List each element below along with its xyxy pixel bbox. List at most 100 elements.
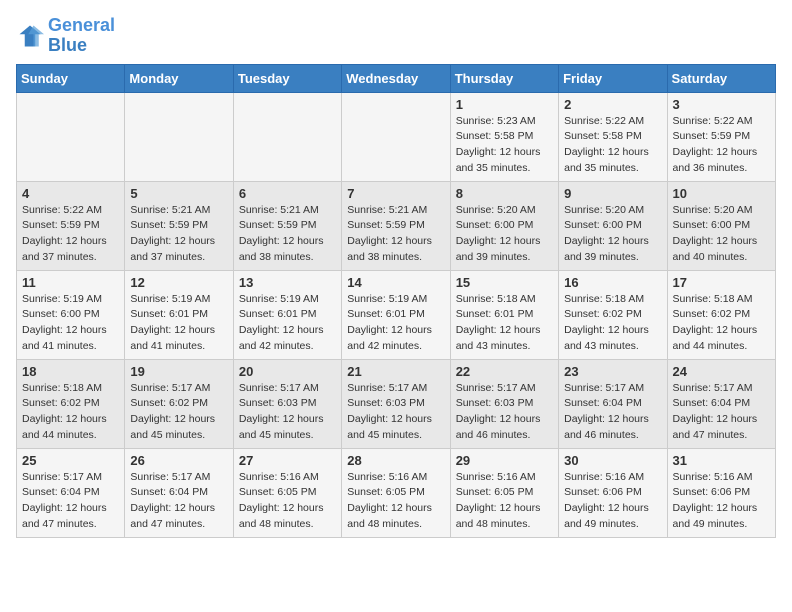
day-number: 9 bbox=[564, 186, 661, 201]
calendar-cell: 16 Sunrise: 5:18 AM Sunset: 6:02 PM Dayli… bbox=[559, 270, 667, 359]
calendar-cell: 21Sunrise: 5:17 AM Sunset: 6:03 PM Dayli… bbox=[342, 359, 450, 448]
day-number: 25 bbox=[22, 453, 119, 468]
day-number: 24 bbox=[673, 364, 770, 379]
day-number: 17 bbox=[673, 275, 770, 290]
day-number: 27 bbox=[239, 453, 336, 468]
day-info: Sunrise: 5:17 AM Sunset: 6:03 PM Dayligh… bbox=[239, 381, 336, 444]
day-info: Sunrise: 5:16 AM Sunset: 6:06 PM Dayligh… bbox=[673, 470, 770, 533]
calendar-cell: 8Sunrise: 5:20 AM Sunset: 6:00 PM Daylig… bbox=[450, 181, 558, 270]
day-number: 12 bbox=[130, 275, 227, 290]
calendar-cell: 24 Sunrise: 5:17 AM Sunset: 6:04 PM Dayli… bbox=[667, 359, 775, 448]
calendar-header: SundayMondayTuesdayWednesdayThursdayFrid… bbox=[17, 64, 776, 92]
day-number: 5 bbox=[130, 186, 227, 201]
calendar-cell: 11 Sunrise: 5:19 AM Sunset: 6:00 PM Dayli… bbox=[17, 270, 125, 359]
weekday-row: SundayMondayTuesdayWednesdayThursdayFrid… bbox=[17, 64, 776, 92]
calendar-cell: 2Sunrise: 5:22 AM Sunset: 5:58 PM Daylig… bbox=[559, 92, 667, 181]
day-info: Sunrise: 5:21 AM Sunset: 5:59 PM Dayligh… bbox=[239, 203, 336, 266]
calendar-cell: 5 Sunrise: 5:21 AM Sunset: 5:59 PM Daylig… bbox=[125, 181, 233, 270]
day-number: 4 bbox=[22, 186, 119, 201]
calendar-cell: 14 Sunrise: 5:19 AM Sunset: 6:01 PM Dayli… bbox=[342, 270, 450, 359]
day-number: 31 bbox=[673, 453, 770, 468]
day-info: Sunrise: 5:19 AM Sunset: 6:01 PM Dayligh… bbox=[239, 292, 336, 355]
weekday-header-thursday: Thursday bbox=[450, 64, 558, 92]
logo-icon bbox=[16, 22, 44, 50]
day-number: 19 bbox=[130, 364, 227, 379]
weekday-header-wednesday: Wednesday bbox=[342, 64, 450, 92]
day-info: Sunrise: 5:20 AM Sunset: 6:00 PM Dayligh… bbox=[564, 203, 661, 266]
logo: General Blue bbox=[16, 16, 115, 56]
calendar-cell bbox=[342, 92, 450, 181]
calendar-cell bbox=[233, 92, 341, 181]
calendar-cell: 15Sunrise: 5:18 AM Sunset: 6:01 PM Dayli… bbox=[450, 270, 558, 359]
day-info: Sunrise: 5:19 AM Sunset: 6:01 PM Dayligh… bbox=[130, 292, 227, 355]
weekday-header-monday: Monday bbox=[125, 64, 233, 92]
calendar-cell: 26 Sunrise: 5:17 AM Sunset: 6:04 PM Dayli… bbox=[125, 448, 233, 537]
day-number: 2 bbox=[564, 97, 661, 112]
day-info: Sunrise: 5:18 AM Sunset: 6:02 PM Dayligh… bbox=[564, 292, 661, 355]
calendar-cell: 31 Sunrise: 5:16 AM Sunset: 6:06 PM Dayli… bbox=[667, 448, 775, 537]
calendar-cell: 25 Sunrise: 5:17 AM Sunset: 6:04 PM Dayli… bbox=[17, 448, 125, 537]
calendar-cell: 7 Sunrise: 5:21 AM Sunset: 5:59 PM Daylig… bbox=[342, 181, 450, 270]
day-number: 18 bbox=[22, 364, 119, 379]
day-info: Sunrise: 5:17 AM Sunset: 6:03 PM Dayligh… bbox=[347, 381, 444, 444]
day-number: 30 bbox=[564, 453, 661, 468]
calendar-cell bbox=[125, 92, 233, 181]
day-number: 26 bbox=[130, 453, 227, 468]
calendar-cell: 18 Sunrise: 5:18 AM Sunset: 6:02 PM Dayli… bbox=[17, 359, 125, 448]
calendar-cell bbox=[17, 92, 125, 181]
calendar-cell: 1 Sunrise: 5:23 AM Sunset: 5:58 PM Daylig… bbox=[450, 92, 558, 181]
calendar-week-3: 11 Sunrise: 5:19 AM Sunset: 6:00 PM Dayli… bbox=[17, 270, 776, 359]
day-number: 23 bbox=[564, 364, 661, 379]
calendar-week-5: 25 Sunrise: 5:17 AM Sunset: 6:04 PM Dayli… bbox=[17, 448, 776, 537]
day-info: Sunrise: 5:16 AM Sunset: 6:05 PM Dayligh… bbox=[456, 470, 553, 533]
day-info: Sunrise: 5:16 AM Sunset: 6:05 PM Dayligh… bbox=[347, 470, 444, 533]
day-number: 16 bbox=[564, 275, 661, 290]
day-number: 10 bbox=[673, 186, 770, 201]
day-number: 3 bbox=[673, 97, 770, 112]
day-info: Sunrise: 5:19 AM Sunset: 6:00 PM Dayligh… bbox=[22, 292, 119, 355]
day-info: Sunrise: 5:18 AM Sunset: 6:02 PM Dayligh… bbox=[22, 381, 119, 444]
day-info: Sunrise: 5:21 AM Sunset: 5:59 PM Dayligh… bbox=[130, 203, 227, 266]
calendar-cell: 6 Sunrise: 5:21 AM Sunset: 5:59 PM Daylig… bbox=[233, 181, 341, 270]
day-number: 6 bbox=[239, 186, 336, 201]
day-info: Sunrise: 5:16 AM Sunset: 6:06 PM Dayligh… bbox=[564, 470, 661, 533]
day-number: 20 bbox=[239, 364, 336, 379]
calendar-week-1: 1 Sunrise: 5:23 AM Sunset: 5:58 PM Daylig… bbox=[17, 92, 776, 181]
weekday-header-saturday: Saturday bbox=[667, 64, 775, 92]
calendar-cell: 17Sunrise: 5:18 AM Sunset: 6:02 PM Dayli… bbox=[667, 270, 775, 359]
weekday-header-sunday: Sunday bbox=[17, 64, 125, 92]
logo-text: General Blue bbox=[48, 16, 115, 56]
calendar-cell: 27Sunrise: 5:16 AM Sunset: 6:05 PM Dayli… bbox=[233, 448, 341, 537]
calendar-body: 1 Sunrise: 5:23 AM Sunset: 5:58 PM Daylig… bbox=[17, 92, 776, 537]
day-info: Sunrise: 5:19 AM Sunset: 6:01 PM Dayligh… bbox=[347, 292, 444, 355]
calendar-cell: 12 Sunrise: 5:19 AM Sunset: 6:01 PM Dayli… bbox=[125, 270, 233, 359]
day-number: 14 bbox=[347, 275, 444, 290]
day-info: Sunrise: 5:17 AM Sunset: 6:04 PM Dayligh… bbox=[22, 470, 119, 533]
day-info: Sunrise: 5:17 AM Sunset: 6:04 PM Dayligh… bbox=[564, 381, 661, 444]
calendar-cell: 3Sunrise: 5:22 AM Sunset: 5:59 PM Daylig… bbox=[667, 92, 775, 181]
calendar-cell: 4 Sunrise: 5:22 AM Sunset: 5:59 PM Daylig… bbox=[17, 181, 125, 270]
day-info: Sunrise: 5:20 AM Sunset: 6:00 PM Dayligh… bbox=[456, 203, 553, 266]
day-info: Sunrise: 5:17 AM Sunset: 6:03 PM Dayligh… bbox=[456, 381, 553, 444]
day-number: 28 bbox=[347, 453, 444, 468]
calendar-cell: 23 Sunrise: 5:17 AM Sunset: 6:04 PM Dayli… bbox=[559, 359, 667, 448]
calendar-cell: 28 Sunrise: 5:16 AM Sunset: 6:05 PM Dayli… bbox=[342, 448, 450, 537]
day-info: Sunrise: 5:22 AM Sunset: 5:59 PM Dayligh… bbox=[22, 203, 119, 266]
calendar-table: SundayMondayTuesdayWednesdayThursdayFrid… bbox=[16, 64, 776, 538]
day-number: 7 bbox=[347, 186, 444, 201]
day-info: Sunrise: 5:17 AM Sunset: 6:04 PM Dayligh… bbox=[673, 381, 770, 444]
calendar-cell: 19Sunrise: 5:17 AM Sunset: 6:02 PM Dayli… bbox=[125, 359, 233, 448]
day-info: Sunrise: 5:21 AM Sunset: 5:59 PM Dayligh… bbox=[347, 203, 444, 266]
day-number: 15 bbox=[456, 275, 553, 290]
day-number: 29 bbox=[456, 453, 553, 468]
page-header: General Blue bbox=[16, 16, 776, 56]
day-info: Sunrise: 5:23 AM Sunset: 5:58 PM Dayligh… bbox=[456, 114, 553, 177]
day-number: 22 bbox=[456, 364, 553, 379]
day-number: 11 bbox=[22, 275, 119, 290]
day-info: Sunrise: 5:17 AM Sunset: 6:04 PM Dayligh… bbox=[130, 470, 227, 533]
calendar-cell: 10Sunrise: 5:20 AM Sunset: 6:00 PM Dayli… bbox=[667, 181, 775, 270]
day-number: 1 bbox=[456, 97, 553, 112]
calendar-cell: 29 Sunrise: 5:16 AM Sunset: 6:05 PM Dayli… bbox=[450, 448, 558, 537]
calendar-cell: 20 Sunrise: 5:17 AM Sunset: 6:03 PM Dayli… bbox=[233, 359, 341, 448]
calendar-cell: 22 Sunrise: 5:17 AM Sunset: 6:03 PM Dayli… bbox=[450, 359, 558, 448]
